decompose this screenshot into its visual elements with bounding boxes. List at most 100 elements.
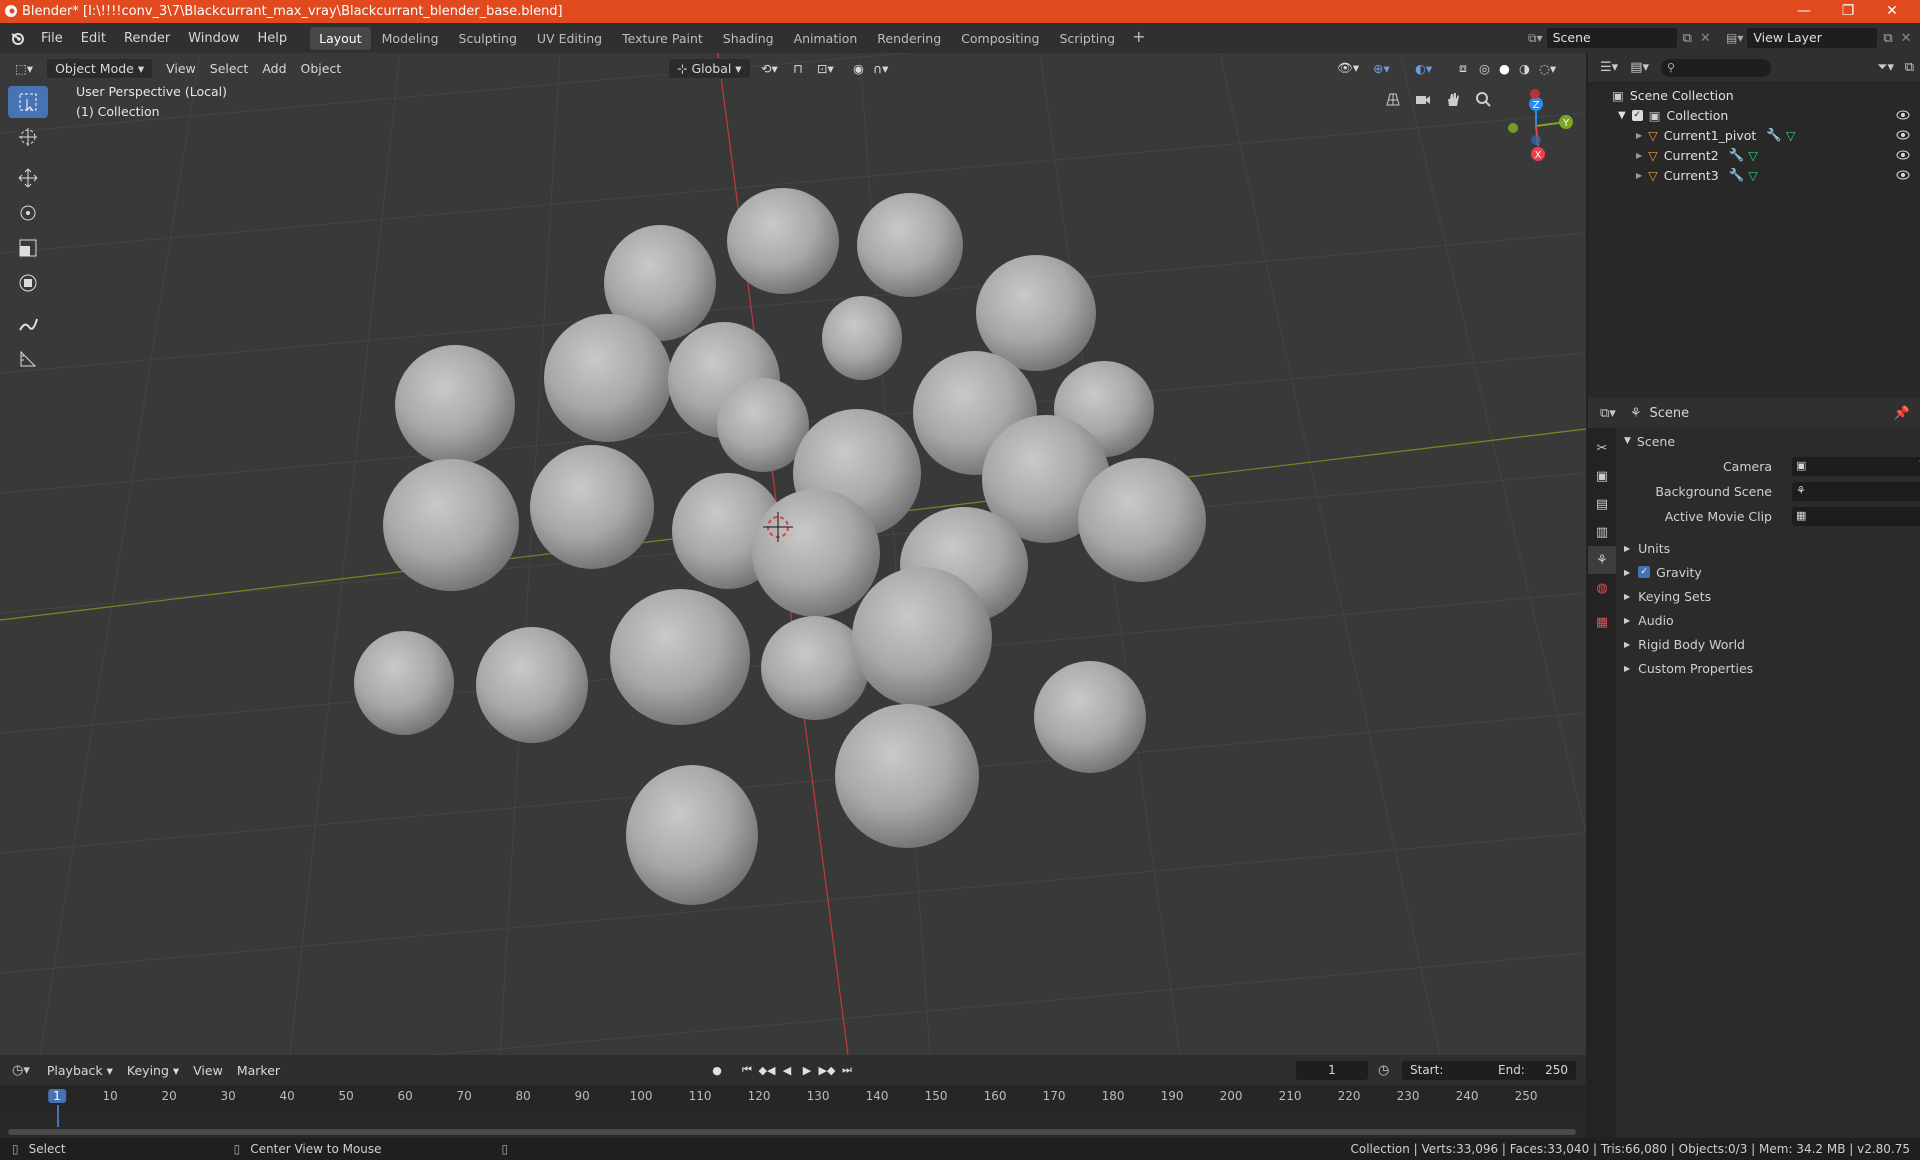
gizmo-toggle-icon[interactable]: ⊕▾ xyxy=(1366,58,1397,79)
tab-compositing[interactable]: Compositing xyxy=(952,27,1048,50)
marker-menu[interactable]: Marker xyxy=(230,1060,287,1081)
expand-arrow-icon[interactable]: ▶ xyxy=(1636,131,1642,140)
tab-texture-paint[interactable]: Texture Paint xyxy=(613,27,712,50)
expand-arrow-icon[interactable]: ▶ xyxy=(1636,151,1642,160)
record-button[interactable]: ● xyxy=(708,1061,726,1079)
new-view-layer-icon[interactable]: ⧉ xyxy=(1883,31,1892,46)
tab-layout[interactable]: Layout xyxy=(310,26,371,50)
menu-object[interactable]: Object xyxy=(294,58,349,79)
properties-editor-icon[interactable]: ⧉▾ xyxy=(1600,406,1616,421)
eye-icon[interactable] xyxy=(1896,150,1910,160)
gizmo-neg-x-axis[interactable] xyxy=(1530,89,1540,99)
tab-animation[interactable]: Animation xyxy=(785,27,867,50)
next-keyframe-button[interactable]: ▶◆ xyxy=(818,1061,836,1079)
keying-sets-panel[interactable]: ▶ Keying Sets xyxy=(1616,584,1920,608)
menu-window[interactable]: Window xyxy=(179,31,248,46)
tool-tab-icon[interactable]: ✂ xyxy=(1588,434,1616,462)
transform-tool[interactable] xyxy=(8,267,48,299)
current-frame-field[interactable]: 1 xyxy=(1296,1060,1368,1080)
annotate-tool[interactable] xyxy=(8,308,48,340)
expand-arrow-icon[interactable]: ▶ xyxy=(1636,171,1642,180)
perspective-toggle-icon[interactable] xyxy=(1380,86,1406,112)
rotate-tool[interactable] xyxy=(8,197,48,229)
current-frame-marker[interactable]: 1 xyxy=(48,1089,66,1103)
tab-rendering[interactable]: Rendering xyxy=(868,27,950,50)
rendered-shading-icon[interactable]: ◌▾ xyxy=(1532,58,1563,79)
add-workspace-icon[interactable]: + xyxy=(1126,27,1151,50)
mode-dropdown[interactable]: Object Mode ▾ xyxy=(46,57,154,79)
menu-file[interactable]: File xyxy=(32,31,72,46)
measure-tool[interactable] xyxy=(8,343,48,375)
jump-start-button[interactable]: ⏮ xyxy=(738,1061,756,1079)
scene-panel-header[interactable]: ▼ Scene xyxy=(1616,429,1920,453)
scene-field[interactable]: Scene xyxy=(1546,28,1677,48)
pivot-icon[interactable]: ⟲▾ xyxy=(754,58,785,79)
units-panel[interactable]: ▶ Units xyxy=(1616,536,1920,560)
pan-hand-icon[interactable] xyxy=(1440,86,1466,112)
gizmo-neg-y-axis[interactable] xyxy=(1508,123,1518,133)
overlay-toggle-icon[interactable]: ◐▾ xyxy=(1408,58,1439,79)
delete-scene-icon[interactable]: ✕ xyxy=(1700,31,1711,46)
tab-shading[interactable]: Shading xyxy=(714,27,783,50)
preview-range-icon[interactable]: ◷ xyxy=(1378,1063,1389,1078)
select-box-tool[interactable] xyxy=(8,86,48,118)
custom-properties-panel[interactable]: ▶ Custom Properties xyxy=(1616,656,1920,680)
gizmo-neg-z-axis[interactable] xyxy=(1531,135,1541,145)
world-tab-icon[interactable]: ◍ xyxy=(1588,574,1616,602)
falloff-icon[interactable]: ∩▾ xyxy=(866,58,895,79)
tab-uv-editing[interactable]: UV Editing xyxy=(528,27,611,50)
scene-selector[interactable]: ⧉▾ Scene ⧉ ✕ xyxy=(1528,28,1711,48)
xray-icon[interactable]: ⧈ xyxy=(1452,57,1474,79)
menu-view[interactable]: View xyxy=(159,58,203,79)
tab-modeling[interactable]: Modeling xyxy=(373,27,448,50)
end-frame-field[interactable]: End: 250 xyxy=(1490,1060,1576,1080)
tab-scripting[interactable]: Scripting xyxy=(1051,27,1125,50)
movie-clip-field[interactable]: ▦ xyxy=(1792,506,1920,526)
timeline-scrollbar[interactable] xyxy=(8,1129,1576,1135)
render-tab-icon[interactable]: ▣ xyxy=(1588,462,1616,490)
scale-tool[interactable] xyxy=(8,232,48,264)
expand-arrow-icon[interactable]: ▼ xyxy=(1618,110,1626,121)
menu-help[interactable]: Help xyxy=(249,31,297,46)
object-row-current3[interactable]: ▶ ▽ Current3 🔧 ▽ xyxy=(1588,165,1920,185)
navigation-gizmo[interactable]: Z Y X xyxy=(1490,86,1574,166)
restore-button[interactable]: ❐ xyxy=(1826,0,1870,23)
viewport-3d[interactable] xyxy=(0,53,1586,1055)
menu-edit[interactable]: Edit xyxy=(72,31,115,46)
play-button[interactable]: ▶ xyxy=(798,1061,816,1079)
display-mode-icon[interactable]: ▤▾ xyxy=(1630,60,1649,75)
view-layer-tab-icon[interactable]: ▥ xyxy=(1588,518,1616,546)
move-tool[interactable] xyxy=(8,162,48,194)
minimize-button[interactable]: — xyxy=(1782,0,1826,23)
frame-ruler[interactable]: 1 10 20 30 40 50 60 70 80 90 100 110 120 130 140 150 160… xyxy=(0,1085,1586,1127)
background-scene-field[interactable]: ⚘ xyxy=(1792,481,1920,501)
view-layer-selector[interactable]: ▤▾ View Layer ⧉ ✕ xyxy=(1726,28,1912,48)
snap-icon[interactable]: ⊓ xyxy=(786,58,810,79)
pin-icon[interactable]: 📌 xyxy=(1894,406,1910,421)
camera-field[interactable]: ▣✎ xyxy=(1792,456,1920,476)
blender-menu-icon[interactable] xyxy=(10,30,26,46)
playback-menu[interactable]: Playback ▾ xyxy=(40,1060,120,1081)
menu-render[interactable]: Render xyxy=(115,31,179,46)
eye-icon[interactable] xyxy=(1896,130,1910,140)
visibility-icon[interactable]: 👁▾ xyxy=(1330,57,1366,79)
new-scene-icon[interactable]: ⧉ xyxy=(1683,31,1692,46)
gravity-checkbox[interactable]: ✓ xyxy=(1638,566,1651,578)
filter-icon[interactable]: ⏷▾ xyxy=(1877,60,1894,75)
new-collection-icon[interactable]: ⧉ xyxy=(1905,60,1914,75)
close-button[interactable]: ✕ xyxy=(1870,0,1914,23)
timeline-editor-icon[interactable]: ◷▾ xyxy=(12,1063,30,1078)
menu-select[interactable]: Select xyxy=(203,58,256,79)
jump-end-button[interactable]: ⏭ xyxy=(838,1061,856,1079)
playhead-line[interactable] xyxy=(57,1105,59,1127)
scene-collection-row[interactable]: ▣ Scene Collection xyxy=(1588,85,1920,105)
orientation-dropdown[interactable]: ⊹ Global ▾ xyxy=(668,57,751,79)
collection-checkbox[interactable]: ✓ xyxy=(1631,109,1643,121)
prev-keyframe-button[interactable]: ◆◀ xyxy=(758,1061,776,1079)
play-reverse-button[interactable]: ◀ xyxy=(778,1061,796,1079)
editor-type-icon[interactable]: ⬚▾ xyxy=(8,58,40,79)
texture-tab-icon[interactable]: ▦ xyxy=(1588,608,1616,636)
eye-icon[interactable] xyxy=(1896,110,1910,120)
outliner-editor-icon[interactable]: ☰▾ xyxy=(1600,60,1618,75)
scene-tab-icon[interactable]: ⚘ xyxy=(1588,546,1616,574)
